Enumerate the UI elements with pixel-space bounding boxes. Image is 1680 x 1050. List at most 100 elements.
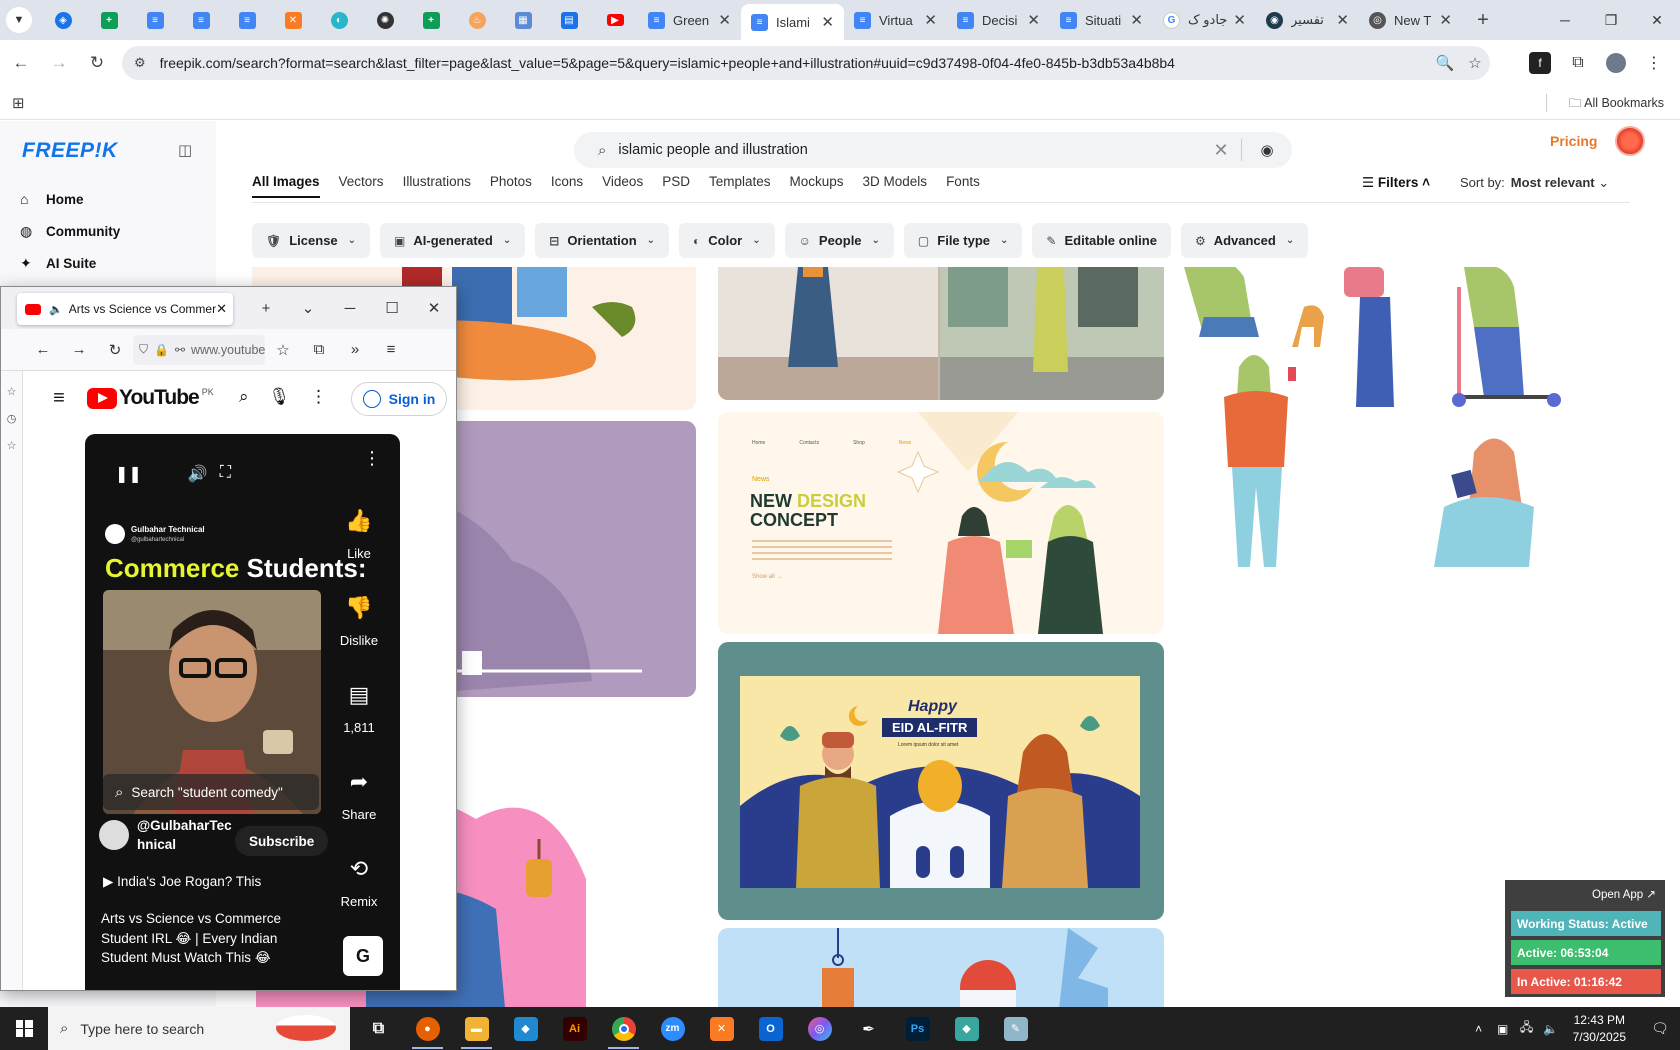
taskbar-xampp[interactable]: ✕ [697,1007,746,1050]
related-search-chip[interactable]: ⌕ Search "student comedy" [103,774,319,810]
minimize-button[interactable]: ─ [1542,0,1588,40]
clear-search-icon[interactable]: ✕ [1201,140,1241,161]
taskbar-chrome[interactable] [599,1007,648,1050]
list-tabs-button[interactable]: ⌄ [287,295,329,321]
device-icon[interactable]: ▣ [1491,1022,1515,1036]
taskbar-illustrator[interactable]: Ai [550,1007,599,1050]
taskbar-clock[interactable]: 12:43 PM 7/30/2025 [1573,1012,1626,1046]
close-icon[interactable]: ✕ [821,13,834,31]
avatar[interactable] [99,820,129,850]
result-card[interactable] [718,928,1164,1007]
pinned-tab[interactable]: ≡ [224,3,270,37]
address-url[interactable]: freepik.com/search?format=search&last_fi… [160,55,1430,71]
browser-tab[interactable]: ≡ Decisi ✕ [947,3,1050,37]
subscribe-button[interactable]: Subscribe [235,826,329,856]
apps-grid-icon[interactable]: ⊞ [12,94,25,112]
tab-psd[interactable]: PSD [662,174,690,198]
taskbar-paint[interactable]: ◎ [795,1007,844,1050]
volume-icon[interactable]: 🔈 [1539,1022,1563,1036]
close-icon[interactable]: ✕ [216,301,227,317]
search-icon[interactable]: ⌕ [239,387,249,407]
taskbar-pen-tool[interactable]: ✒ [844,1007,893,1050]
firefox-address-bar[interactable]: ⛉ 🔒 ⚯ www.youtube.com [133,334,265,365]
minimize-button[interactable]: ─ [329,295,371,321]
sidebar-item-community[interactable]: ◍ Community [20,215,120,247]
result-card[interactable] [1184,267,1624,687]
volume-icon[interactable]: 🔊 [188,464,208,484]
chevron-up-icon[interactable]: ˄ [1467,1022,1491,1036]
browser-tab[interactable]: ≡ Situati ✕ [1050,3,1153,37]
taskbar-search[interactable]: ⌕ Type here to search [48,1007,350,1050]
channel-thumbnail[interactable]: G [343,936,383,976]
tab-search-button[interactable]: ▼ [6,7,32,33]
result-card[interactable] [718,267,1164,400]
pinned-tab[interactable]: ≡ [132,3,178,37]
tab-illustrations[interactable]: Illustrations [403,174,471,198]
comments-button[interactable]: ▤ 1,811 [325,682,393,769]
tab-fonts[interactable]: Fonts [946,174,980,198]
pinned-tab[interactable]: + [86,3,132,37]
tab-icons[interactable]: Icons [551,174,583,198]
pinned-tab[interactable]: ▤ [546,3,592,37]
bookmark-star-icon[interactable]: ☆ [265,341,301,359]
filters-toggle-button[interactable]: ☰ Filters ˄ [1362,175,1430,191]
filter-chip-color[interactable]: ◐ Color ⌄ [679,223,775,258]
hamburger-menu-icon[interactable]: ≡ [37,387,81,410]
firefox-tab-youtube[interactable]: 🔈 Arts vs Science vs Commerce Student IR… [17,293,233,325]
shield-icon[interactable]: ⛉ [139,342,148,357]
maximize-button[interactable]: ☐ [371,295,413,321]
history-icon[interactable]: ◷ [1,412,22,425]
more-vertical-icon[interactable]: ⋮ [363,448,381,469]
site-settings-icon[interactable]: ⚙ [134,55,146,71]
taskbar-photoshop[interactable]: Ps [893,1007,942,1050]
tab-photos[interactable]: Photos [490,174,532,198]
close-window-button[interactable]: ✕ [413,295,455,321]
close-window-button[interactable]: ✕ [1634,0,1680,40]
result-card[interactable]: Happy EID AL-FITR Lorem ipsum dolor sit … [718,642,1164,920]
filter-chip-people[interactable]: ☺ People ⌄ [784,223,894,258]
browser-tab[interactable]: ◎ New T ✕ [1359,3,1462,37]
sidebar-item-home[interactable]: ⌂ Home [20,183,120,215]
address-bar[interactable]: ⚙ freepik.com/search?format=search&last_… [122,46,1490,80]
close-icon[interactable]: ✕ [924,11,937,29]
short-title[interactable]: Arts vs Science vs Commerce Student IRL … [101,909,301,968]
close-icon[interactable]: ✕ [1027,11,1040,29]
tab-videos[interactable]: Videos [602,174,643,198]
sidebar-collapse-icon[interactable]: ◫ [178,141,192,159]
pinned-tab[interactable]: ♨ [454,3,500,37]
forward-button[interactable]: → [42,46,76,80]
filter-chip-advanced[interactable]: ⚙ Advanced ⌄ [1180,223,1309,258]
bookmark-star-icon[interactable]: ☆ [1460,54,1490,72]
reload-button[interactable]: ↻ [80,46,114,80]
sidebar-item-ai-suite[interactable]: ✦ AI Suite [20,247,120,279]
bookmarks-icon[interactable]: ☆ [1,385,22,398]
close-icon[interactable]: ✕ [1130,11,1143,29]
dislike-button[interactable]: 👎 Dislike [325,595,393,682]
browser-tab[interactable]: ≡ Green ✕ [638,3,741,37]
close-icon[interactable]: ✕ [1336,11,1349,29]
hamburger-menu-icon[interactable]: ≡ [373,341,409,358]
tab-templates[interactable]: Templates [709,174,771,198]
filter-chip-license[interactable]: 🛡 License ⌄ [252,223,371,258]
filter-chip-editable-online[interactable]: ✎ Editable online [1032,223,1171,258]
browser-tab[interactable]: ≡ Virtua ✕ [844,3,947,37]
filter-chip-ai-generated[interactable]: ▣ AI-generated ⌄ [380,223,526,258]
channel-name[interactable]: @GulbaharTechnical [137,816,233,854]
pinned-tab[interactable]: ▦ [500,3,546,37]
taskbar-app-note[interactable]: ✎ [991,1007,1040,1050]
reload-button[interactable]: ↻ [97,341,133,359]
like-button[interactable]: 👍 Like [325,508,393,595]
back-button[interactable]: ← [4,46,38,80]
youtube-logo[interactable]: YouTube PK [87,386,214,410]
overflow-icon[interactable]: » [337,341,373,358]
taskbar-file-explorer[interactable]: ▬ [452,1007,501,1050]
pinned-tab[interactable]: ✕ [270,3,316,37]
search-input[interactable]: islamic people and illustration [618,142,1201,158]
sign-in-button[interactable]: Sign in [351,382,447,416]
taskbar-outlook[interactable]: O [746,1007,795,1050]
more-vertical-icon[interactable]: ⋮ [310,387,327,407]
notifications-icon[interactable]: 🗨 [1640,1020,1680,1037]
new-tab-button[interactable]: + [1468,5,1498,35]
open-app-link[interactable]: Open App ↗ [1592,887,1656,901]
all-bookmarks-button[interactable]: 🗀 All Bookmarks [1569,94,1664,115]
